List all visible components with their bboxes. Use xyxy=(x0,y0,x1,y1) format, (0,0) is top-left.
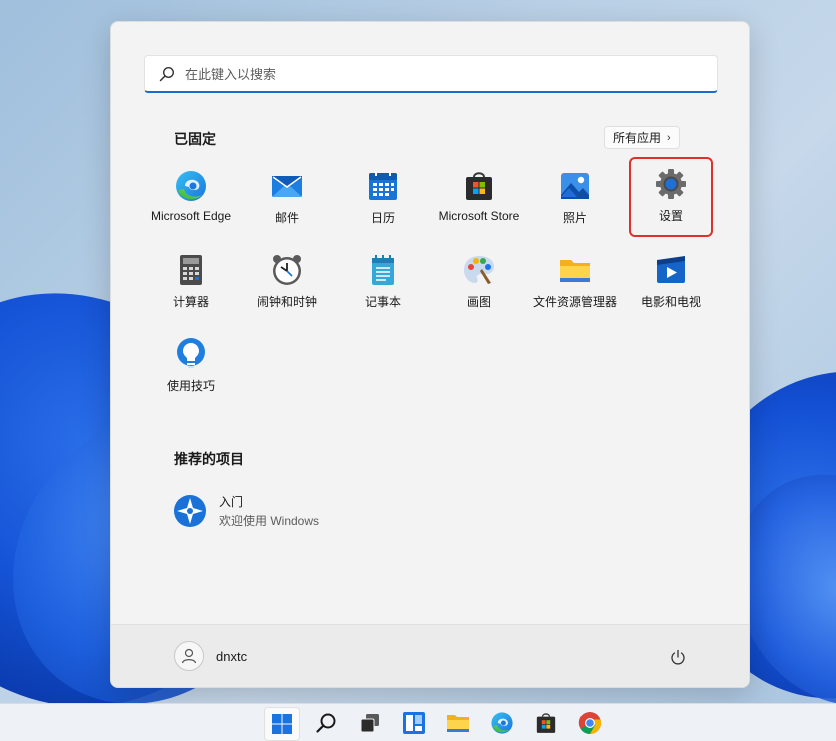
taskbar-chrome-button[interactable] xyxy=(577,710,603,736)
pinned-app-alarms-clock[interactable]: 闹钟和时钟 xyxy=(239,245,335,321)
app-label: 画图 xyxy=(466,295,491,309)
taskbar-edge-button[interactable] xyxy=(489,710,515,736)
app-label: 电影和电视 xyxy=(640,295,701,309)
start-menu: 在此键入以搜索 已固定 所有应用 › Microsoft Edge 邮件 日历 … xyxy=(110,21,750,688)
app-label: Microsoft Edge xyxy=(150,209,232,223)
recommended-item-get-started[interactable]: 入门 欢迎使用 Windows xyxy=(169,489,469,533)
pinned-section-title: 已固定 xyxy=(174,131,216,147)
app-label: 设置 xyxy=(658,209,683,223)
app-label: 日历 xyxy=(370,211,395,225)
search-input[interactable]: 在此键入以搜索 xyxy=(144,55,718,93)
pinned-app-settings[interactable]: 设置 xyxy=(629,157,713,237)
pinned-app-photos[interactable]: 照片 xyxy=(527,161,623,237)
photos-icon xyxy=(561,173,589,199)
pinned-app-store[interactable]: Microsoft Store xyxy=(431,161,527,237)
recommended-item-name: 入门 xyxy=(219,495,244,509)
app-label: 计算器 xyxy=(172,295,209,309)
username: dnxtc xyxy=(216,648,248,664)
notepad-icon xyxy=(372,255,394,285)
app-label: 记事本 xyxy=(364,295,401,309)
all-apps-button[interactable]: 所有应用 › xyxy=(604,126,680,149)
pinned-app-movies-tv[interactable]: 电影和电视 xyxy=(623,245,719,321)
edge-icon xyxy=(491,712,513,734)
taskbar-widgets-button[interactable] xyxy=(401,710,427,736)
app-label: 邮件 xyxy=(274,211,299,225)
user-account-button[interactable]: dnxtc xyxy=(174,641,247,671)
settings-gear-icon xyxy=(656,169,686,199)
taskbar-store-button[interactable] xyxy=(533,710,559,736)
movies-tv-icon xyxy=(657,256,685,283)
edge-icon xyxy=(176,171,206,201)
file-explorer-icon xyxy=(447,715,469,732)
calendar-icon xyxy=(369,171,397,200)
app-label: Microsoft Store xyxy=(438,209,520,223)
taskbar-start-button[interactable] xyxy=(264,707,300,741)
pinned-app-tips[interactable]: 使用技巧 xyxy=(143,329,239,405)
paint-palette-icon xyxy=(464,256,494,284)
pinned-app-edge[interactable]: Microsoft Edge xyxy=(143,161,239,237)
pinned-app-mail[interactable]: 邮件 xyxy=(239,161,335,237)
calculator-icon xyxy=(180,255,202,285)
alarm-clock-icon xyxy=(273,255,301,285)
search-icon xyxy=(316,713,336,733)
mail-icon xyxy=(272,176,302,197)
tips-lightbulb-icon xyxy=(177,338,205,368)
store-icon xyxy=(466,172,492,200)
pinned-app-notepad[interactable]: 记事本 xyxy=(335,245,431,321)
search-placeholder: 在此键入以搜索 xyxy=(185,67,277,82)
app-label: 照片 xyxy=(562,211,587,225)
taskbar-search-button[interactable] xyxy=(313,710,339,736)
recommended-section-title: 推荐的项目 xyxy=(174,451,244,467)
recommended-item-subtitle: 欢迎使用 Windows xyxy=(219,514,320,528)
chevron-right-icon: › xyxy=(667,131,671,144)
get-started-icon xyxy=(174,495,206,527)
all-apps-label: 所有应用 xyxy=(613,131,662,145)
pinned-app-calendar[interactable]: 日历 xyxy=(335,161,431,237)
taskbar-file-explorer-button[interactable] xyxy=(445,710,471,736)
app-label: 使用技巧 xyxy=(166,379,215,393)
app-label: 文件资源管理器 xyxy=(532,295,617,309)
taskbar xyxy=(0,703,836,741)
windows-start-icon xyxy=(272,714,292,734)
chrome-icon xyxy=(578,712,602,735)
store-icon xyxy=(536,713,556,733)
user-icon xyxy=(181,648,197,664)
task-view-icon xyxy=(360,714,379,733)
power-button[interactable] xyxy=(667,646,689,668)
taskbar-task-view-button[interactable] xyxy=(357,710,383,736)
search-icon xyxy=(159,66,175,81)
folder-icon xyxy=(560,260,590,282)
widgets-icon xyxy=(403,712,425,734)
app-label: 闹钟和时钟 xyxy=(256,295,317,309)
power-icon xyxy=(671,649,685,665)
start-menu-footer: dnxtc xyxy=(111,624,749,687)
avatar xyxy=(174,641,204,671)
pinned-app-file-explorer[interactable]: 文件资源管理器 xyxy=(527,245,623,321)
pinned-app-paint[interactable]: 画图 xyxy=(431,245,527,321)
pinned-app-calculator[interactable]: 计算器 xyxy=(143,245,239,321)
